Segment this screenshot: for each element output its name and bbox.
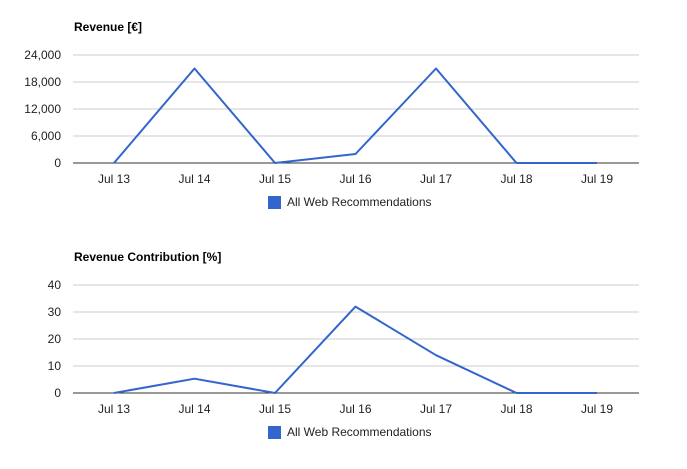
data-point[interactable]: [514, 391, 519, 396]
y-tick-label: 20: [48, 332, 62, 346]
data-point[interactable]: [514, 161, 519, 166]
x-tick-label: Jul 18: [500, 172, 532, 186]
data-point[interactable]: [353, 304, 358, 309]
x-tick-label: Jul 19: [581, 172, 613, 186]
legend-swatch: [268, 425, 281, 439]
x-tick-label: Jul 14: [178, 402, 210, 416]
x-tick-label: Jul 15: [259, 172, 291, 186]
y-tick-label: 0: [54, 156, 61, 170]
x-tick-label: Jul 19: [581, 402, 613, 416]
x-tick-label: Jul 13: [98, 172, 130, 186]
x-tick-label: Jul 17: [420, 402, 452, 416]
legend[interactable]: All Web Recommendations: [268, 195, 432, 209]
data-point[interactable]: [192, 376, 197, 381]
legend-label: All Web Recommendations: [287, 425, 432, 439]
y-tick-label: 18,000: [24, 75, 61, 89]
x-tick-label: Jul 17: [420, 172, 452, 186]
x-tick-label: Jul 18: [500, 402, 532, 416]
data-point[interactable]: [595, 391, 600, 396]
x-tick-label: Jul 14: [178, 172, 210, 186]
y-tick-label: 12,000: [24, 102, 61, 116]
legend-swatch: [268, 195, 281, 209]
y-tick-label: 0: [54, 386, 61, 400]
x-tick-label: Jul 16: [339, 172, 371, 186]
data-point[interactable]: [434, 66, 439, 71]
data-point[interactable]: [273, 391, 278, 396]
x-tick-label: Jul 15: [259, 402, 291, 416]
data-point[interactable]: [595, 161, 600, 166]
y-tick-label: 40: [48, 278, 62, 292]
series-line[interactable]: [113, 305, 597, 394]
y-tick-label: 30: [48, 305, 62, 319]
revenue-chart: Revenue [€] 0 6,000 12,000 18,000 24,000 Jul …: [0, 0, 687, 230]
data-point[interactable]: [273, 161, 278, 166]
x-tick-label: Jul 13: [98, 402, 130, 416]
y-tick-label: 6,000: [31, 129, 61, 143]
data-point[interactable]: [112, 391, 117, 396]
legend[interactable]: All Web Recommendations: [268, 425, 432, 439]
data-point[interactable]: [192, 66, 197, 71]
data-point[interactable]: [353, 152, 358, 157]
series-line[interactable]: [113, 67, 597, 164]
revenue-contribution-chart: Revenue Contribution [%] 0 10 20 30 40 Jul 13…: [0, 230, 687, 460]
legend-label: All Web Recommendations: [287, 195, 432, 209]
data-point[interactable]: [434, 353, 439, 358]
y-tick-label: 24,000: [24, 48, 61, 62]
data-point[interactable]: [112, 161, 117, 166]
y-tick-label: 10: [48, 359, 62, 373]
x-tick-label: Jul 16: [339, 402, 371, 416]
